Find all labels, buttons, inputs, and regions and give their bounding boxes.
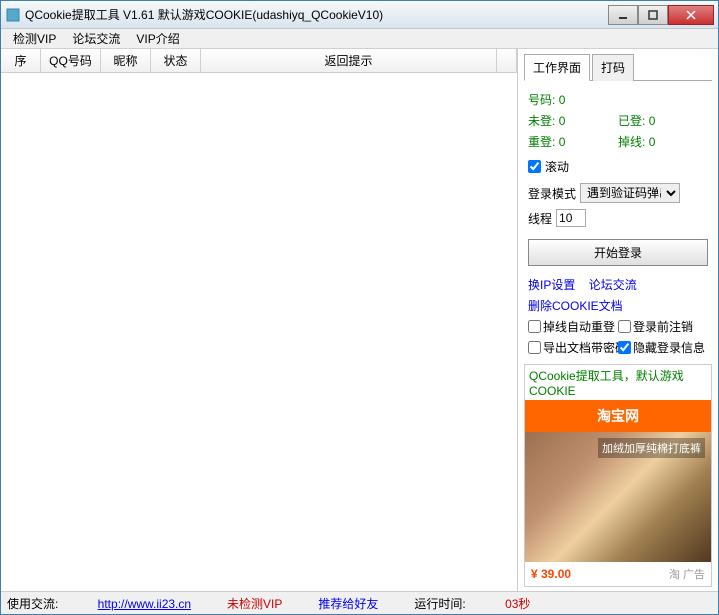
stat-haoma: 号码: 0: [528, 91, 618, 108]
ad-image-text: 加绒加厚纯棉打底裤: [598, 438, 705, 458]
input-thread[interactable]: [556, 209, 586, 227]
menu-forum[interactable]: 论坛交流: [64, 28, 128, 49]
label-login-mode: 登录模式: [528, 185, 576, 202]
label-logout-before: 登录前注销: [633, 318, 693, 335]
side-panel: 工作界面 打码 号码: 0 未登: 0 已登: 0 重登: 0 掉线: 0 滚动: [518, 49, 718, 591]
start-login-button[interactable]: 开始登录: [528, 239, 708, 266]
link-forum[interactable]: 论坛交流: [589, 278, 637, 292]
maximize-button[interactable]: [638, 5, 668, 25]
window-title: QCookie提取工具 V1.61 默认游戏COOKIE(udashiyq_QC…: [25, 6, 608, 23]
select-login-mode[interactable]: 遇到验证码弹出: [580, 183, 680, 203]
table-header: 序 QQ号码 昵称 状态 返回提示: [1, 49, 517, 73]
link-change-ip[interactable]: 换IP设置: [528, 278, 575, 292]
maximize-icon: [648, 10, 658, 20]
col-nick[interactable]: 昵称: [101, 49, 151, 72]
checkbox-logout-before[interactable]: [618, 320, 631, 333]
label-scroll: 滚动: [545, 158, 569, 175]
label-auto-relogin: 掉线自动重登: [543, 318, 615, 335]
stat-yideng: 已登: 0: [618, 112, 708, 129]
label-hide-login: 隐藏登录信息: [633, 339, 705, 356]
link-delete-cookie[interactable]: 删除COOKIE文档: [528, 299, 623, 313]
label-thread: 线程: [528, 210, 552, 227]
col-spacer: [497, 49, 517, 72]
app-icon: [5, 7, 21, 23]
label-export-pwd: 导出文档带密码: [543, 339, 627, 356]
minimize-button[interactable]: [608, 5, 638, 25]
checkbox-scroll[interactable]: [528, 160, 541, 173]
ad-box: QCookie提取工具，默认游戏COOKIE 淘宝网 加绒加厚纯棉打底裤 ¥ 3…: [524, 364, 712, 587]
ad-title: QCookie提取工具，默认游戏COOKIE: [525, 365, 711, 400]
checkbox-hide-login[interactable]: [618, 341, 631, 354]
checkbox-export-pwd[interactable]: [528, 341, 541, 354]
stat-weideng: 未登: 0: [528, 112, 618, 129]
stat-diaoxian: 掉线: 0: [618, 133, 708, 150]
checkbox-auto-relogin[interactable]: [528, 320, 541, 333]
status-contact-link[interactable]: http://www.ii23.cn: [98, 597, 191, 611]
ad-price-row: ¥ 39.00 淘 广告: [525, 562, 711, 586]
ad-tag: 淘 广告: [669, 566, 705, 582]
ad-image[interactable]: 加绒加厚纯棉打底裤: [525, 432, 711, 562]
tabs: 工作界面 打码: [524, 53, 712, 81]
tab-work[interactable]: 工作界面: [524, 54, 590, 81]
ad-banner[interactable]: 淘宝网: [525, 400, 711, 432]
col-status[interactable]: 状态: [151, 49, 201, 72]
titlebar[interactable]: QCookie提取工具 V1.61 默认游戏COOKIE(udashiyq_QC…: [1, 1, 718, 29]
status-recommend[interactable]: 推荐给好友: [318, 595, 378, 612]
status-contact: 使用交流: http://www.ii23.cn: [7, 595, 191, 612]
statusbar: 使用交流: http://www.ii23.cn 未检测VIP 推荐给好友 运行…: [1, 592, 718, 614]
ad-price: ¥ 39.00: [531, 567, 571, 581]
table-panel: 序 QQ号码 昵称 状态 返回提示: [1, 49, 518, 591]
menu-vip-intro[interactable]: VIP介绍: [128, 28, 187, 49]
menubar: 检测VIP 论坛交流 VIP介绍: [1, 29, 718, 49]
table-body[interactable]: [1, 73, 517, 591]
col-index[interactable]: 序: [1, 49, 41, 72]
status-vip: 未检测VIP: [227, 595, 282, 612]
col-qq[interactable]: QQ号码: [41, 49, 101, 72]
tab-content: 号码: 0 未登: 0 已登: 0 重登: 0 掉线: 0 滚动 登录模式 遇到…: [524, 87, 712, 364]
menu-check-vip[interactable]: 检测VIP: [5, 28, 64, 49]
tab-dama[interactable]: 打码: [592, 54, 634, 81]
stat-chongdeng: 重登: 0: [528, 133, 618, 150]
minimize-icon: [618, 10, 628, 20]
status-runtime: 运行时间: 03秒: [414, 595, 566, 612]
close-icon: [686, 10, 696, 20]
close-button[interactable]: [668, 5, 714, 25]
col-return[interactable]: 返回提示: [201, 49, 497, 72]
